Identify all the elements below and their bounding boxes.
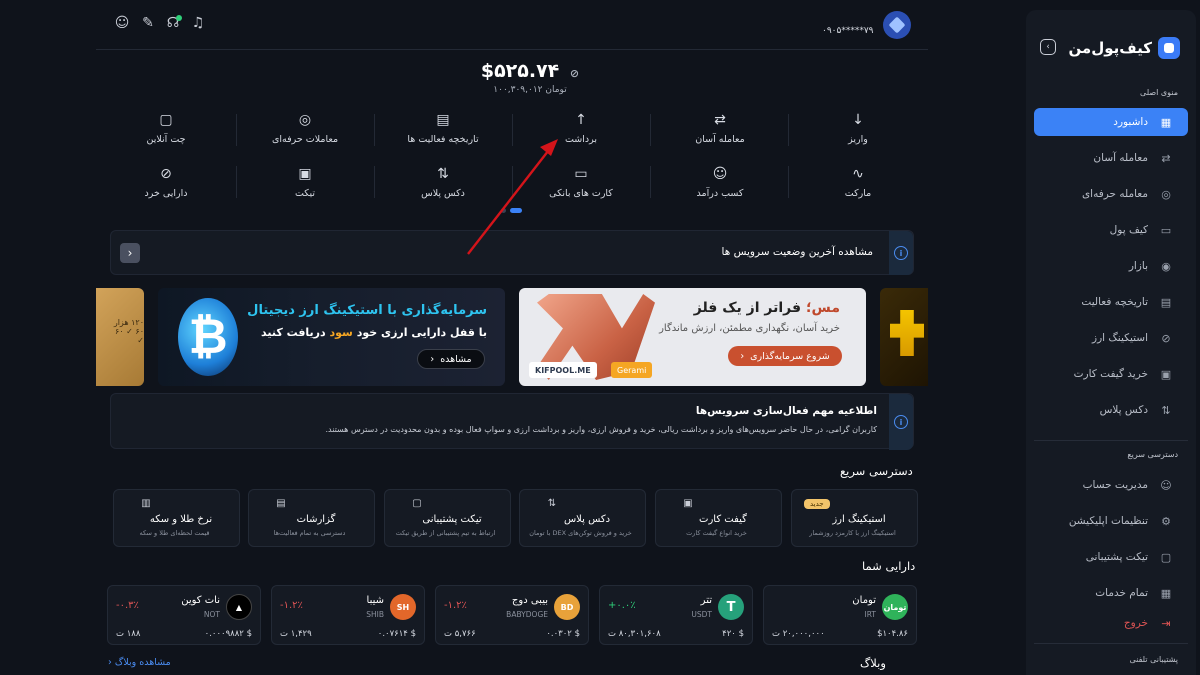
- annotation-arrow: [467, 139, 558, 255]
- annotation-arrow-head: [540, 139, 558, 156]
- annotation-arrow-line: [467, 145, 553, 255]
